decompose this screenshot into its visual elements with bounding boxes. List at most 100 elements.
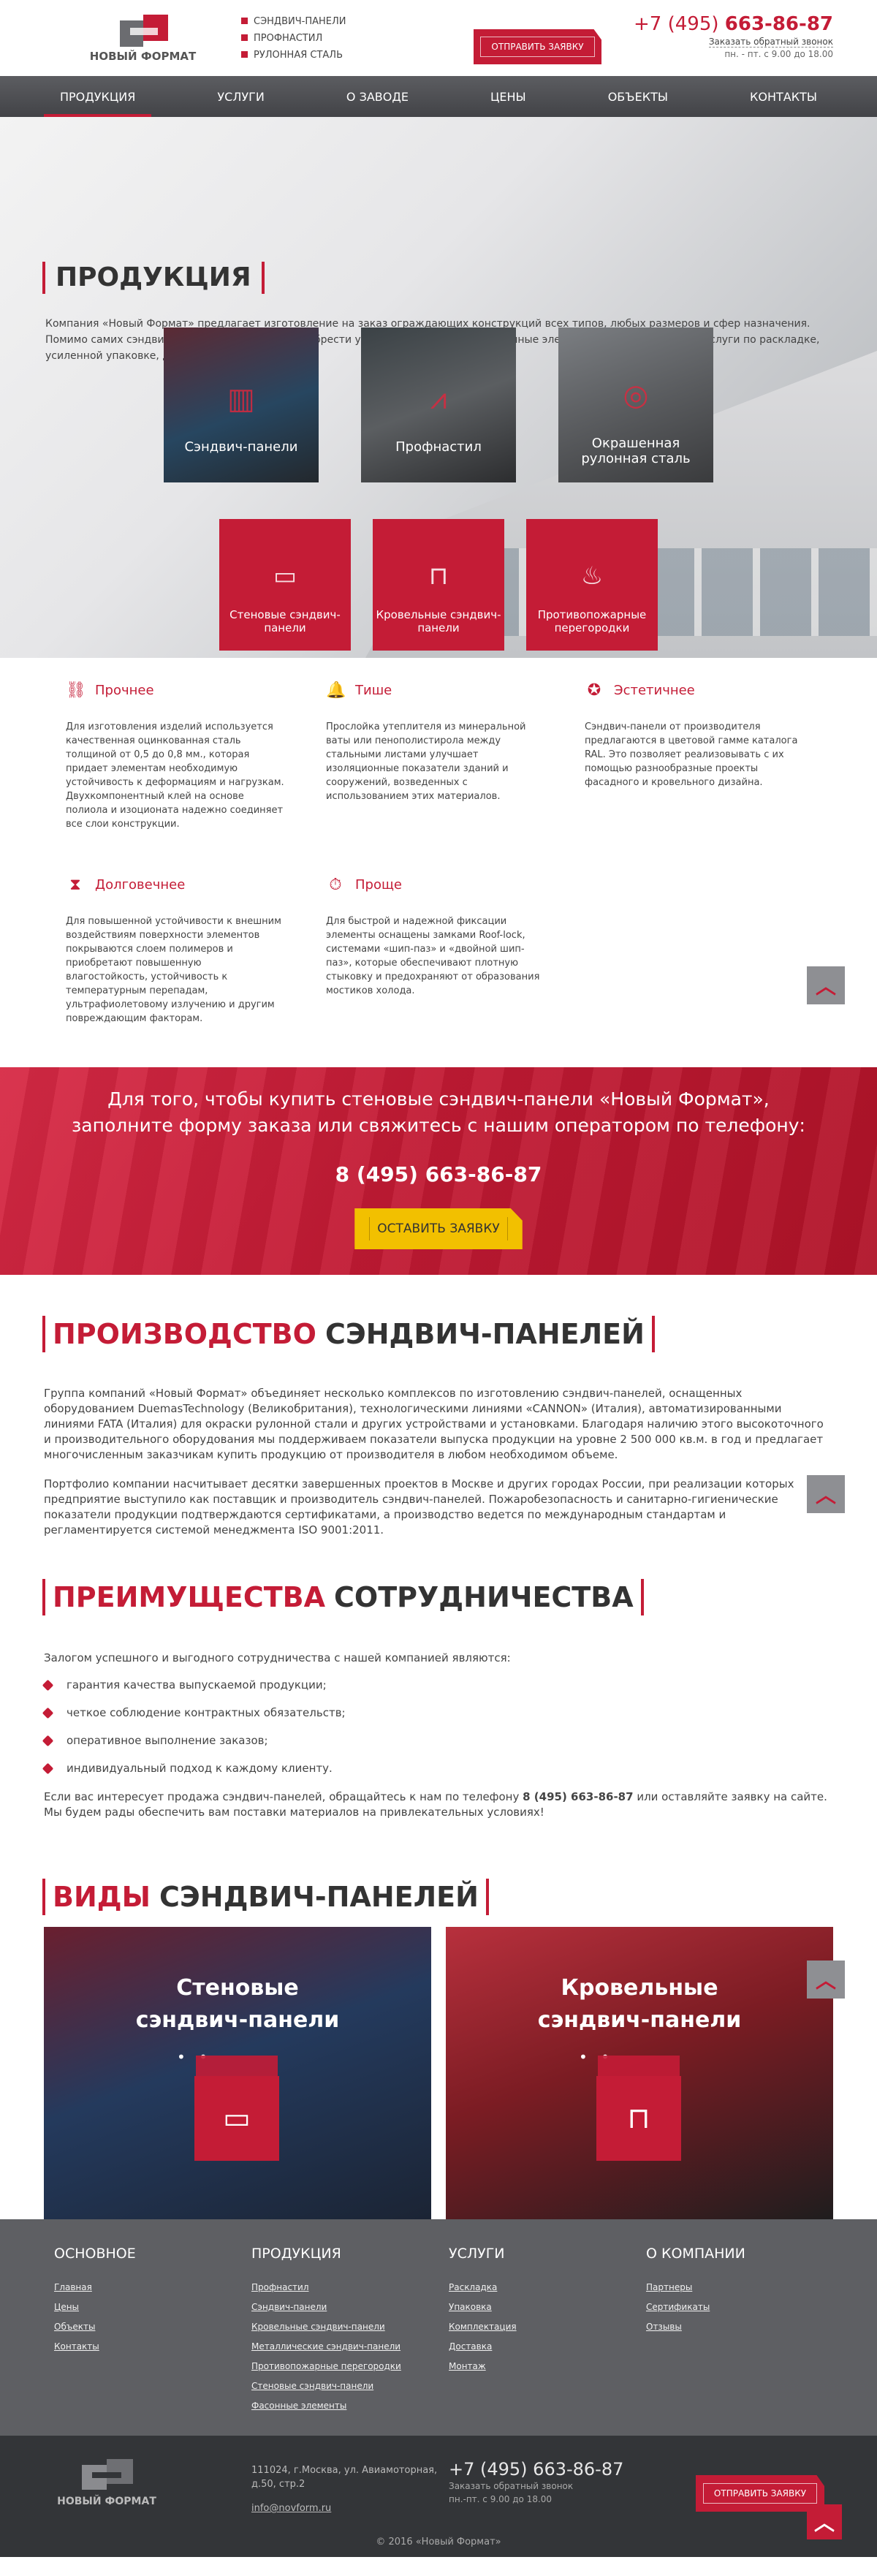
content-area: ПРОИЗВОДСТВО СЭНДВИЧ-ПАНЕЛЕЙ Группа компа…: [0, 1275, 877, 2219]
footer-send-request-button[interactable]: ОТПРАВИТЬ ЗАЯВКУ: [696, 2475, 824, 2512]
chevron-up-icon: ︿: [815, 1483, 836, 1507]
top-link-sandwich[interactable]: СЭНДВИЧ-ПАНЕЛИ: [241, 13, 346, 30]
footer-callback-link[interactable]: Заказать обратный звонок: [449, 2480, 623, 2493]
advantages-outro: Если вас интересует продажа сэндвич-пане…: [44, 1789, 833, 1820]
nav-item-prices[interactable]: ЦЕНЫ: [474, 77, 542, 117]
tile-fire-partitions[interactable]: ♨ Противопожарные перегородки: [526, 519, 658, 651]
flame-icon: ♨: [580, 561, 604, 591]
top-link-steel[interactable]: РУЛОННАЯ СТАЛЬ: [241, 47, 346, 64]
roof-panel-icon: ⊓: [596, 2076, 681, 2161]
scroll-to-top-button[interactable]: ︿: [807, 1475, 845, 1513]
nav-item-contacts[interactable]: КОНТАКТЫ: [734, 77, 833, 117]
footer-link[interactable]: Цены: [54, 2297, 136, 2317]
footer-link[interactable]: Контакты: [54, 2337, 136, 2357]
footer-link[interactable]: Сэндвич-панели: [251, 2297, 401, 2317]
production-paragraph-1: Группа компаний «Новый Формат» объединяе…: [44, 1387, 824, 1461]
star-icon: ✪: [587, 681, 601, 700]
footer-link[interactable]: Противопожарные перегородки: [251, 2357, 401, 2376]
type-card-wall[interactable]: Стеновые сэндвич-панели • • ▭: [44, 1927, 431, 2219]
feature-durable: ⧗ Долговечнее Для повышенной устойчивости…: [66, 876, 285, 1026]
footer-link[interactable]: Сертификаты: [646, 2297, 745, 2317]
tile-painted-steel[interactable]: ◎ Окрашенная рулонная сталь: [558, 327, 713, 482]
footer-link[interactable]: Монтаж: [449, 2357, 517, 2376]
type-card-title-line: сэндвич-панели: [537, 2007, 742, 2033]
tile-sandwich-panels[interactable]: ▥ Сэндвич-панели: [164, 327, 319, 482]
footer-logo-text: НОВЫЙ ФОРМАТ: [57, 2496, 156, 2507]
outro-phone[interactable]: 8 (495) 663-86-87: [523, 1790, 633, 1803]
type-card-roof[interactable]: Кровельные сэндвич-панели • • ⊓: [446, 1927, 833, 2219]
feature-aesthetic: ✪ Эстетичнее Сэндвич-панели от производит…: [585, 681, 804, 789]
header-contacts: +7 (495) 663-86-87 Заказать обратный зво…: [634, 13, 833, 59]
nav-item-about[interactable]: О ЗАВОДЕ: [330, 77, 425, 117]
feature-simpler: ⏱ Проще Для быстрой и надежной фиксации э…: [326, 876, 545, 998]
nav-item-services[interactable]: УСЛУГИ: [201, 77, 280, 117]
footer-bottom: НОВЫЙ ФОРМАТ 111024, г.Москва, ул. Авиам…: [0, 2436, 877, 2557]
heading-accent: ВИДЫ: [53, 1881, 151, 1913]
logo[interactable]: НОВЫЙ ФОРМАТ: [86, 13, 200, 64]
footer-email-link[interactable]: info@novform.ru: [251, 2501, 437, 2515]
dots-decoration: • •: [177, 2048, 212, 2066]
scroll-to-top-button[interactable]: ︿: [807, 966, 845, 1004]
footer-hours: пн.-пт. с 9.00 до 18.00: [449, 2494, 553, 2504]
production-heading: ПРОИЗВОДСТВО СЭНДВИЧ-ПАНЕЛЕЙ: [42, 1316, 655, 1352]
type-card-title: Кровельные сэндвич-панели: [446, 1972, 833, 2037]
footer-link[interactable]: Комплектация: [449, 2317, 517, 2337]
scroll-to-top-button[interactable]: ︿: [807, 1961, 845, 1999]
feature-quieter: 🔔 Тише Прослойка утеплителя из минерально…: [326, 681, 545, 803]
stopwatch-icon: ⏱: [329, 876, 342, 894]
outro-text: Если вас интересует продажа сэндвич-пане…: [44, 1790, 523, 1803]
top-link-profnastil[interactable]: ПРОФНАСТИЛ: [241, 30, 346, 47]
footer-link[interactable]: Кровельные сэндвич-панели: [251, 2317, 401, 2337]
scroll-to-top-button[interactable]: ︿: [807, 2504, 842, 2539]
advantages-heading: ПРЕИМУЩЕСТВА СОТРУДНИЧЕСТВА: [42, 1579, 644, 1615]
footer-link[interactable]: Профнастил: [251, 2278, 401, 2297]
send-request-button[interactable]: ОТПРАВИТЬ ЗАЯВКУ: [474, 29, 601, 64]
callback-link[interactable]: Заказать обратный звонок: [708, 37, 833, 48]
nav-item-products[interactable]: ПРОДУКЦИЯ: [44, 77, 152, 117]
wall-panel-icon: ▭: [194, 2076, 279, 2161]
feature-title: Проще: [355, 877, 403, 893]
footer-link[interactable]: Металлические сэндвич-панели: [251, 2337, 401, 2357]
callout-phone[interactable]: 8 (495) 663-86-87: [0, 1162, 877, 1186]
header-phone[interactable]: +7 (495) 663-86-87: [634, 13, 833, 35]
footer-link[interactable]: Объекты: [54, 2317, 136, 2337]
products-hero: ПРОДУКЦИЯ Компания «Новый Формат» предла…: [0, 117, 877, 658]
footer-link[interactable]: Упаковка: [449, 2297, 517, 2317]
phone-number: 663-86-87: [724, 13, 833, 35]
footer-link[interactable]: Отзывы: [646, 2317, 745, 2337]
footer-logo[interactable]: НОВЫЙ ФОРМАТ: [56, 2458, 158, 2512]
footer-phone[interactable]: +7 (495) 663-86-87: [449, 2459, 623, 2480]
features-section: ⛓ Прочнее Для изготовления изделий исполь…: [0, 658, 877, 1067]
footer-link[interactable]: Раскладка: [449, 2278, 517, 2297]
callout-line-1: Для того, чтобы купить стеновые сэндвич-…: [107, 1088, 770, 1110]
heading-accent: ПРОИЗВОДСТВО: [53, 1318, 316, 1350]
footer-link[interactable]: Главная: [54, 2278, 136, 2297]
chevron-up-icon: ︿: [815, 974, 836, 999]
callout-text: Для того, чтобы купить стеновые сэндвич-…: [0, 1067, 877, 1139]
footer-link[interactable]: Стеновые сэндвич-панели: [251, 2376, 401, 2396]
tile-wall-panels[interactable]: ▭ Стеновые сэндвич-панели: [219, 519, 351, 651]
tile-profnastil[interactable]: ⩘ Профнастил: [361, 327, 516, 482]
bell-icon: 🔔: [326, 681, 346, 700]
logo-mark-icon: [120, 15, 168, 47]
heading-rest: СЭНДВИЧ-ПАНЕЛЕЙ: [324, 1318, 645, 1350]
main-nav: ПРОДУКЦИЯ УСЛУГИ О ЗАВОДЕ ЦЕНЫ ОБЪЕКТЫ К…: [0, 76, 877, 117]
steel-roll-icon: ◎: [623, 379, 649, 412]
footer-col-title: ПРОДУКЦИЯ: [251, 2246, 341, 2262]
footer-col-title: ОСНОВНОЕ: [54, 2246, 136, 2262]
tile-roof-panels[interactable]: ⊓ Кровельные сэндвич-панели: [373, 519, 504, 651]
footer-col-main: ОСНОВНОЕ Главная Цены Объекты Контакты: [54, 2246, 136, 2357]
footer-link[interactable]: Партнеры: [646, 2278, 745, 2297]
site-header: НОВЫЙ ФОРМАТ СЭНДВИЧ-ПАНЕЛИ ПРОФНАСТИЛ Р…: [0, 0, 877, 76]
site-footer: ОСНОВНОЕ Главная Цены Объекты Контакты П…: [0, 2219, 877, 2436]
nav-item-objects[interactable]: ОБЪЕКТЫ: [592, 77, 684, 117]
footer-link[interactable]: Фасонные элементы: [251, 2396, 401, 2416]
leave-request-button[interactable]: ОСТАВИТЬ ЗАЯВКУ: [354, 1208, 523, 1249]
page-title: ПРОДУКЦИЯ: [42, 262, 265, 294]
footer-col-services: УСЛУГИ Раскладка Упаковка Комплектация Д…: [449, 2246, 517, 2376]
tile-label: Профнастил: [395, 439, 482, 455]
callout-line-2: заполните форму заказа или свяжитесь с н…: [72, 1115, 805, 1136]
advantages-list: гарантия качества выпускаемой продукции;…: [44, 1671, 346, 1782]
tile-label: Сэндвич-панели: [184, 439, 298, 455]
footer-link[interactable]: Доставка: [449, 2337, 517, 2357]
